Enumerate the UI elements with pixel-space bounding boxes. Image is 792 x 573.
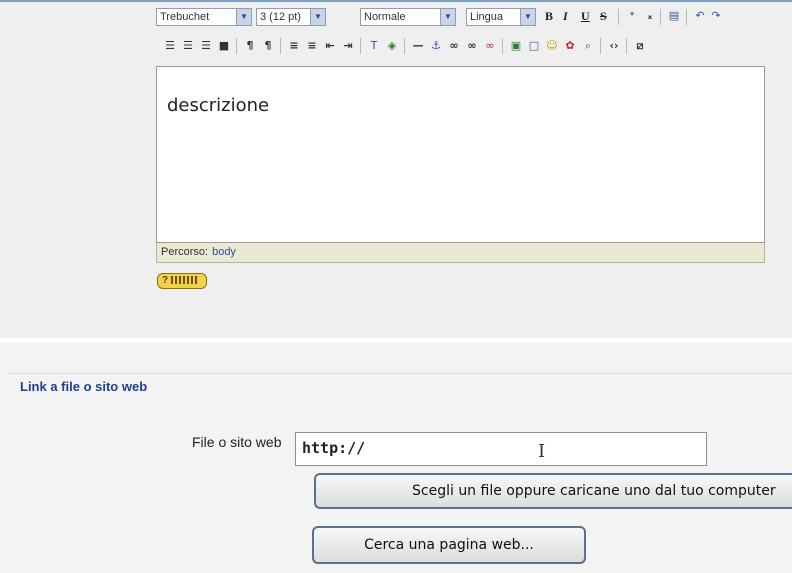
special-char-icon[interactable]: ✿ xyxy=(562,38,578,54)
chevron-down-icon: ▼ xyxy=(520,9,535,25)
editor-toolbar: Trebuchet ▼ 3 (12 pt) ▼ Normale ▼ Lingua… xyxy=(156,2,766,64)
background-color-icon[interactable]: ◈ xyxy=(384,38,400,54)
font-family-select[interactable]: Trebuchet ▼ xyxy=(156,8,252,26)
chevron-down-icon: ▼ xyxy=(440,9,455,25)
align-right-icon[interactable]: ☰ xyxy=(198,38,214,54)
insert-image-icon[interactable]: ▣ xyxy=(508,38,524,54)
toolbar-separator xyxy=(280,38,281,54)
underline-icon[interactable]: U xyxy=(581,9,590,24)
chevron-down-icon: ▼ xyxy=(310,9,325,25)
justify-icon[interactable]: ■ xyxy=(216,38,232,54)
unordered-list-icon[interactable]: ≡ xyxy=(304,38,320,54)
toolbar-separator xyxy=(618,9,619,25)
unlink-icon[interactable]: ∞ xyxy=(464,38,480,54)
align-left-icon[interactable]: ☰ xyxy=(162,38,178,54)
text-cursor-icon: I xyxy=(538,441,546,462)
toolbar-separator xyxy=(660,9,661,25)
toolbar-separator xyxy=(600,38,601,54)
superscript-icon[interactable]: ⁺ xyxy=(624,8,640,24)
emoticon-icon[interactable]: ☺ xyxy=(544,38,560,54)
anchor-icon[interactable]: ⚓ xyxy=(428,38,444,54)
indent-icon[interactable]: ⇥ xyxy=(340,38,356,54)
ordered-list-icon[interactable]: ≡ xyxy=(286,38,302,54)
toolbar-separator xyxy=(236,38,237,54)
file-url-value: http:// xyxy=(302,439,366,457)
toolbar-separator xyxy=(404,38,405,54)
link-icon[interactable]: ∞ xyxy=(446,38,462,54)
redo-icon[interactable]: ↷ xyxy=(708,8,724,24)
paragraph-style-select[interactable]: Normale ▼ xyxy=(360,8,456,26)
search-replace-icon[interactable]: ⌕ xyxy=(580,38,596,54)
formatting-button-row: ☰ ☰ ☰ ■ ¶ ¶ ≡ ≡ ⇤ ⇥ T ◈ — ⚓ ∞ ∞ ∞ ▣ □ ☺ … xyxy=(156,36,766,56)
nolink-icon[interactable]: ∞ xyxy=(482,38,498,54)
search-web-button[interactable]: Cerca una pagina web... xyxy=(312,526,586,564)
font-size-select[interactable]: 3 (12 pt) ▼ xyxy=(256,8,326,26)
editor-path-bar: Percorso: body xyxy=(156,243,765,263)
toolbar-separator xyxy=(360,38,361,54)
fullscreen-icon[interactable]: ⧄ xyxy=(632,38,648,54)
font-family-value: Trebuchet xyxy=(160,11,210,23)
language-select[interactable]: Lingua ▼ xyxy=(466,8,536,26)
cleanup-icon[interactable]: ▤ xyxy=(666,8,682,24)
file-url-input[interactable]: http:// xyxy=(295,432,707,466)
language-value: Lingua xyxy=(470,11,504,23)
font-size-value: 3 (12 pt) xyxy=(260,11,301,23)
path-label: Percorso: xyxy=(161,246,209,258)
text-color-icon[interactable]: T xyxy=(366,38,382,54)
choose-file-button[interactable]: Scegli un file oppure caricane uno dal t… xyxy=(314,473,792,509)
ltr-icon[interactable]: ¶ xyxy=(242,38,258,54)
rtl-icon[interactable]: ¶ xyxy=(260,38,276,54)
italic-icon[interactable]: I xyxy=(563,9,568,24)
file-url-label: File o sito web xyxy=(192,434,282,450)
toolbar-separator xyxy=(626,38,627,54)
insert-table-icon[interactable]: □ xyxy=(526,38,542,54)
horizontal-rule-icon[interactable]: — xyxy=(410,38,426,54)
editor-content-area[interactable]: descrizione xyxy=(156,66,765,243)
editor-text: descrizione xyxy=(167,95,270,116)
paragraph-style-value: Normale xyxy=(364,11,406,23)
keyboard-icon xyxy=(171,276,198,285)
toolbar-separator xyxy=(502,38,503,54)
strikethrough-icon[interactable]: S xyxy=(600,9,607,24)
subscript-icon[interactable]: ₓ xyxy=(642,8,658,24)
section-title: Link a file o sito web xyxy=(20,379,148,394)
help-icon: ? xyxy=(162,275,169,286)
bold-icon[interactable]: B xyxy=(545,9,553,24)
editor-help-button[interactable]: ? xyxy=(157,273,207,289)
undo-icon[interactable]: ↶ xyxy=(692,8,708,24)
section-divider xyxy=(8,373,792,374)
toolbar-separator xyxy=(686,9,687,25)
outdent-icon[interactable]: ⇤ xyxy=(322,38,338,54)
path-body-link[interactable]: body xyxy=(212,246,236,258)
chevron-down-icon: ▼ xyxy=(236,9,251,25)
html-source-icon[interactable]: ‹› xyxy=(606,38,622,54)
align-center-icon[interactable]: ☰ xyxy=(180,38,196,54)
